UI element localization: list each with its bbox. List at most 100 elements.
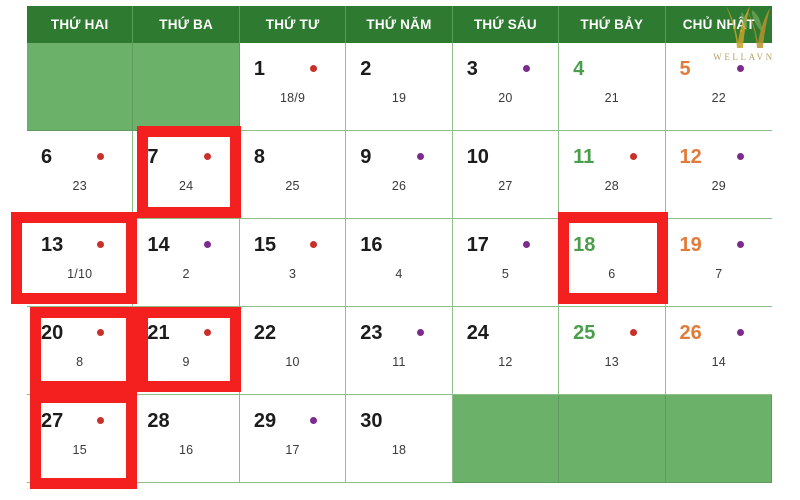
solar-date: 22 (253, 322, 277, 344)
day-cell[interactable]: 28 16 (133, 395, 240, 483)
day-cell[interactable]: 29 17 (239, 395, 347, 483)
day-cell[interactable]: 11 28 (559, 131, 666, 219)
day-cell-content: 1 18/9 (240, 43, 345, 130)
calendar-header-row: THỨ HAI THỨ BA THỨ TƯ THỨ NĂM THỨ SÁU THỨ BẢY… (27, 6, 772, 43)
day-cell-content: 15 3 (240, 219, 345, 306)
day-cell-content: 11 28 (559, 131, 664, 218)
lunar-date: 8 (76, 355, 84, 369)
day-cell[interactable]: 17 5 (452, 219, 560, 307)
event-dot-red-icon (203, 153, 211, 160)
day-cell-content: 18 6 (559, 219, 664, 306)
weekday-header-2: THỨ BA (133, 6, 240, 43)
day-cell[interactable]: 8 25 (239, 131, 347, 219)
lunar-date: 24 (178, 179, 194, 193)
lunar-date: 25 (285, 179, 300, 193)
day-cell[interactable]: 9 26 (346, 131, 453, 219)
event-dot-purple-icon (737, 329, 744, 336)
calendar-table: THỨ HAI THỨ BA THỨ TƯ THỨ NĂM THỨ SÁU THỨ BẢY… (27, 6, 772, 483)
day-cell-content: 22 10 (240, 307, 345, 394)
day-cell-content: 17 5 (453, 219, 558, 306)
calendar-week-row: 20 8 21 9 22 10 23 11 24 12 25 13 26 14 (27, 307, 772, 395)
lunar-date: 16 (178, 443, 194, 457)
solar-date: 8 (253, 146, 265, 168)
solar-date: 19 (679, 234, 702, 256)
lunar-date: 1/10 (67, 267, 93, 281)
solar-date: 24 (466, 322, 489, 344)
day-cell-content: 14 2 (133, 219, 238, 306)
solar-date: 7 (147, 146, 159, 168)
solar-date: 26 (679, 322, 702, 344)
day-cell[interactable]: 21 9 (133, 307, 240, 395)
day-cell-content: 24 12 (453, 307, 558, 394)
lunar-date: 27 (498, 179, 513, 193)
event-dot-purple-icon (416, 329, 424, 336)
day-cell[interactable]: 24 12 (452, 307, 560, 395)
day-cell-content: 30 18 (346, 395, 451, 482)
day-cell[interactable]: 12 29 (665, 131, 772, 219)
event-dot-red-icon (97, 153, 105, 160)
solar-date: 3 (466, 58, 478, 80)
day-cell-content: 7 24 (133, 131, 238, 218)
solar-date: 12 (679, 146, 702, 168)
day-cell[interactable]: 1 18/9 (239, 43, 347, 131)
event-dot-red-icon (97, 241, 105, 248)
day-cell[interactable]: 16 4 (346, 219, 453, 307)
day-cell[interactable]: 15 3 (239, 219, 347, 307)
empty-day-cell (665, 395, 772, 483)
day-cell[interactable]: 219 (346, 43, 453, 131)
lunar-date: 13 (604, 355, 619, 369)
solar-date: 27 (41, 410, 64, 432)
calendar-widget: THỨ HAI THỨ BA THỨ TƯ THỨ NĂM THỨ SÁU THỨ BẢY… (0, 0, 800, 500)
day-cell-content: 21 9 (133, 307, 238, 394)
weekday-header-7: CHỦ NHẬT (665, 6, 772, 43)
day-cell[interactable]: 23 11 (346, 307, 453, 395)
day-cell[interactable]: 14 2 (133, 219, 240, 307)
lunar-date: 4 (395, 267, 403, 281)
lunar-date: 10 (285, 355, 300, 369)
day-cell[interactable]: 20 8 (27, 307, 134, 395)
day-cell-content: 8 25 (240, 131, 345, 218)
day-cell[interactable]: 13 1/10 (27, 219, 134, 307)
calendar-week-row: 1 18/9 2 19 3 20 4 21 5 22 (27, 43, 772, 131)
calendar-week-row: 13 1/10 14 2 15 3 16 4 17 5 18 6 19 7 (27, 219, 772, 307)
event-dot-red-icon (629, 329, 637, 336)
empty-day-cell (27, 43, 134, 131)
calendar-week-row: 27 15 28 16 29 17 30 18 (27, 395, 772, 483)
day-cell[interactable]: 26 14 (665, 307, 772, 395)
solar-date: 20 (41, 322, 64, 344)
day-cell-content: 26 14 (666, 307, 772, 394)
day-cell[interactable]: 18 6 (559, 219, 666, 307)
day-cell-content: 6 23 (27, 131, 132, 218)
lunar-date: 17 (285, 443, 300, 457)
solar-date: 23 (360, 322, 383, 344)
solar-date: 4 (573, 58, 585, 80)
day-cell[interactable]: 30 18 (346, 395, 453, 483)
event-dot-purple-icon (523, 241, 531, 248)
day-cell[interactable]: 7 24 (133, 131, 240, 219)
day-cell[interactable]: 19 7 (665, 219, 772, 307)
lunar-date: 9 (182, 355, 190, 369)
day-cell[interactable]: 4 21 (559, 43, 666, 131)
weekday-header-6: THỨ BẢY (559, 6, 666, 43)
day-cell[interactable]: 3 20 (452, 43, 560, 131)
event-dot-purple-icon (416, 153, 424, 160)
day-cell[interactable]: 10 27 (452, 131, 560, 219)
solar-date: 21 (147, 322, 170, 344)
lunar-date: 18 (391, 443, 407, 457)
solar-date: 2 (360, 58, 372, 80)
lunar-date: 22 (711, 91, 726, 105)
event-dot-red-icon (310, 241, 318, 248)
day-cell[interactable]: 22 10 (239, 307, 347, 395)
day-cell[interactable]: 5 22 (665, 43, 772, 131)
event-dot-purple-icon (523, 65, 531, 72)
empty-day-cell (559, 395, 666, 483)
event-dot-purple-icon (737, 241, 744, 248)
day-cell[interactable]: 27 15 (27, 395, 134, 483)
event-dot-red-icon (97, 417, 105, 424)
solar-date: 10 (466, 146, 489, 168)
lunar-date: 11 (392, 355, 406, 369)
solar-date: 14 (147, 234, 170, 256)
day-cell-content: 13 1/10 (27, 219, 132, 306)
day-cell[interactable]: 25 13 (559, 307, 666, 395)
day-cell[interactable]: 6 23 (27, 131, 134, 219)
